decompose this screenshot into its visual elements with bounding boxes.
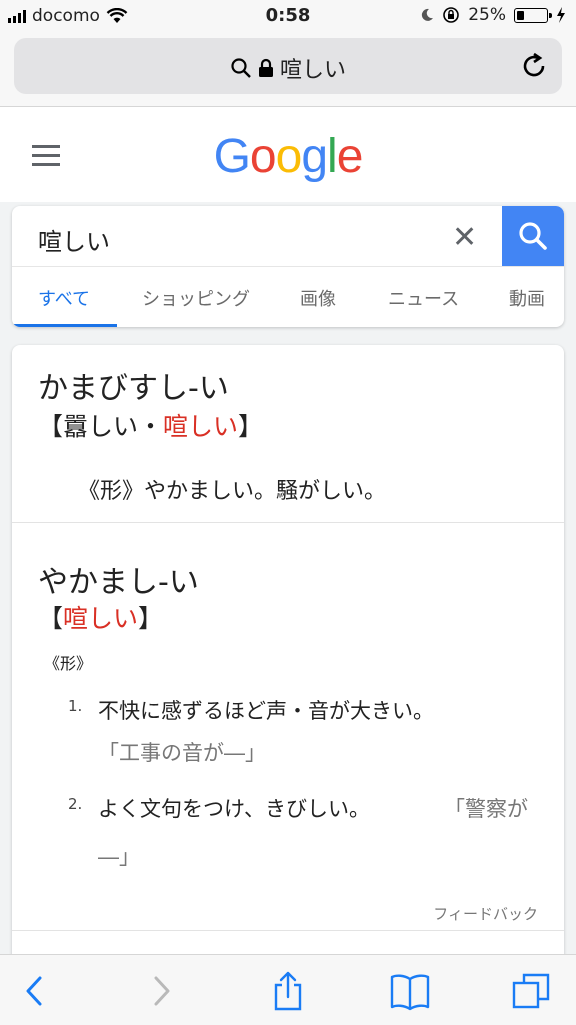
tab-videos[interactable]: 動画 [509,285,545,311]
feedback-link[interactable]: フィードバック [433,903,538,924]
battery-icon [514,7,552,23]
logo-letter: g [301,130,328,183]
kanji-bracket: 】 [238,412,264,441]
entry-kanji: 【喧しい】 [38,599,163,635]
search-button[interactable] [502,206,564,266]
charging-icon [557,7,565,23]
tab-shopping[interactable]: ショッピング [142,285,250,311]
tabs-icon[interactable] [510,969,554,1013]
search-card: 喧しい ✕ すべて ショッピング 画像 ニュース 動画 [12,206,564,327]
search-icon [519,222,547,250]
moon-icon [422,8,434,21]
entry-title: やかまし-い [38,565,199,600]
rotation-lock-icon [443,7,460,23]
battery-percent: 25% [468,5,506,25]
share-icon[interactable] [266,969,310,1013]
kanji-highlight: 喧しい [163,412,239,441]
search-input[interactable]: 喧しい [38,222,110,257]
search-icon [231,58,251,78]
definition-text: 不快に感ずるほど声・音が大きい。 [98,699,434,723]
logo-letter: G [213,130,251,183]
definition-text: よく文句をつけ、きびしい。 [98,797,370,821]
bookmarks-icon[interactable] [388,969,432,1013]
definition-number: 2. [68,795,83,813]
kanji-highlight: 喧しい [63,604,139,633]
lock-icon [258,58,273,77]
tab-news[interactable]: ニュース [388,285,459,311]
address-bar[interactable]: 喧しい [14,38,562,94]
definition-example-cont: ―」 [98,845,140,869]
part-of-speech: 《形》 [44,654,93,673]
divider [12,522,564,523]
kanji-bracket: 【 [38,412,64,441]
back-icon[interactable] [14,969,58,1013]
logo-letter: l [327,130,338,183]
tab-all[interactable]: すべて [38,285,90,311]
address-text: 喧しい [279,58,346,83]
kanji-bracket: 】 [138,604,164,633]
clear-icon[interactable]: ✕ [452,220,477,255]
kanji-bracket: 【 [38,604,64,633]
definition-example: 「工事の音が―」 [98,741,266,765]
browser-toolbar [0,954,576,1025]
divider [12,930,564,931]
definition-example: 「警察が [444,797,528,821]
logo-letter: o [249,130,277,183]
active-tab-indicator [12,324,117,327]
reload-icon[interactable] [518,50,550,82]
kanji-text: 囂しい・ [63,412,164,441]
browser-header: 喧しい [0,34,576,107]
forward-icon[interactable] [138,969,182,1013]
definition-number: 1. [68,697,83,715]
tab-images[interactable]: 画像 [300,285,336,311]
search-tabs: すべて ショッピング 画像 ニュース 動画 [12,266,564,327]
google-logo[interactable]: Google [0,129,576,184]
entry-kanji: 【囂しい・喧しい】 [38,407,263,443]
status-bar: docomo 0:58 25% [0,0,576,34]
dictionary-card: かまびすし-い 【囂しい・喧しい】 《形》やかましい。騒がしい。 やかまし-い … [12,345,564,965]
entry-meaning: 《形》やかましい。騒がしい。 [78,479,387,504]
status-right: 25% [420,5,566,25]
logo-letter: e [336,130,364,183]
entry-title: かまびすし-い [38,371,229,406]
google-header: Google [0,107,576,202]
logo-letter: o [275,130,303,183]
